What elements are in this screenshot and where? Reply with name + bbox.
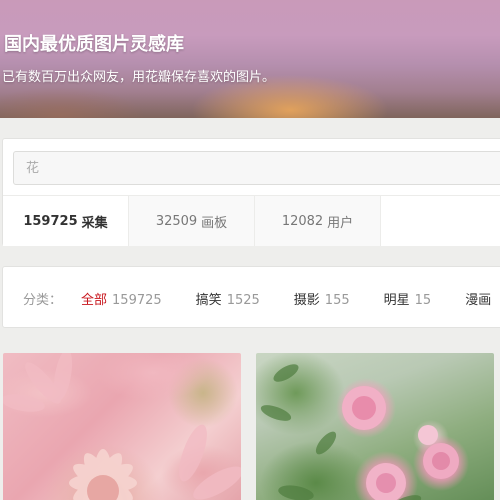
search-card: 159725 采集 32509 画板 12082 用户	[2, 138, 500, 246]
hero-banner: 国内最优质图片灵感库 已有数百万出众网友，用花瓣保存喜欢的图片。	[0, 0, 500, 118]
category-funny[interactable]: 搞笑 1525	[196, 289, 260, 308]
gerbera-flower-graphic	[3, 353, 241, 500]
tab-boards-label: 画板	[201, 215, 228, 231]
result-tabs: 159725 采集 32509 画板 12082 用户	[3, 195, 500, 246]
roses-graphic	[260, 364, 459, 500]
tab-boards-count: 32509	[155, 213, 198, 229]
tab-pins[interactable]: 159725 采集	[3, 196, 129, 246]
category-name: 摄影	[293, 293, 320, 308]
tab-pins-label: 采集	[81, 215, 108, 231]
category-count: 155	[324, 293, 350, 308]
category-photography[interactable]: 摄影 155	[294, 289, 350, 308]
tab-users[interactable]: 12082 用户	[255, 196, 381, 246]
pin-image-gerbera[interactable]	[3, 353, 241, 500]
tab-boards[interactable]: 32509 画板	[129, 196, 255, 246]
tab-users-label: 用户	[327, 215, 354, 231]
category-name: 搞笑	[195, 293, 222, 308]
category-filter: 分类： 全部 159725 搞笑 1525 摄影 155 明星 15 漫画	[23, 289, 500, 308]
hero-title: 国内最优质图片灵感库	[4, 34, 184, 55]
category-prefix: 分类：	[23, 293, 63, 308]
category-count: 159725	[112, 293, 162, 308]
category-count: 1525	[226, 293, 260, 308]
category-name: 漫画	[465, 293, 492, 308]
tab-users-count: 12082	[281, 213, 324, 229]
category-all[interactable]: 全部 159725	[81, 289, 162, 308]
category-count: 15	[414, 293, 432, 308]
category-comics[interactable]: 漫画	[465, 289, 491, 308]
category-name: 明星	[383, 293, 410, 308]
tabs-filler	[381, 196, 500, 246]
tab-pins-count: 159725	[23, 213, 78, 229]
pin-image-roses[interactable]	[256, 353, 494, 500]
category-card: 分类： 全部 159725 搞笑 1525 摄影 155 明星 15 漫画	[2, 266, 500, 328]
category-name: 全部	[81, 293, 108, 308]
category-celebrity[interactable]: 明星 15	[384, 289, 432, 308]
search-input[interactable]	[13, 151, 500, 185]
hero-subtitle: 已有数百万出众网友，用花瓣保存喜欢的图片。	[2, 70, 276, 85]
